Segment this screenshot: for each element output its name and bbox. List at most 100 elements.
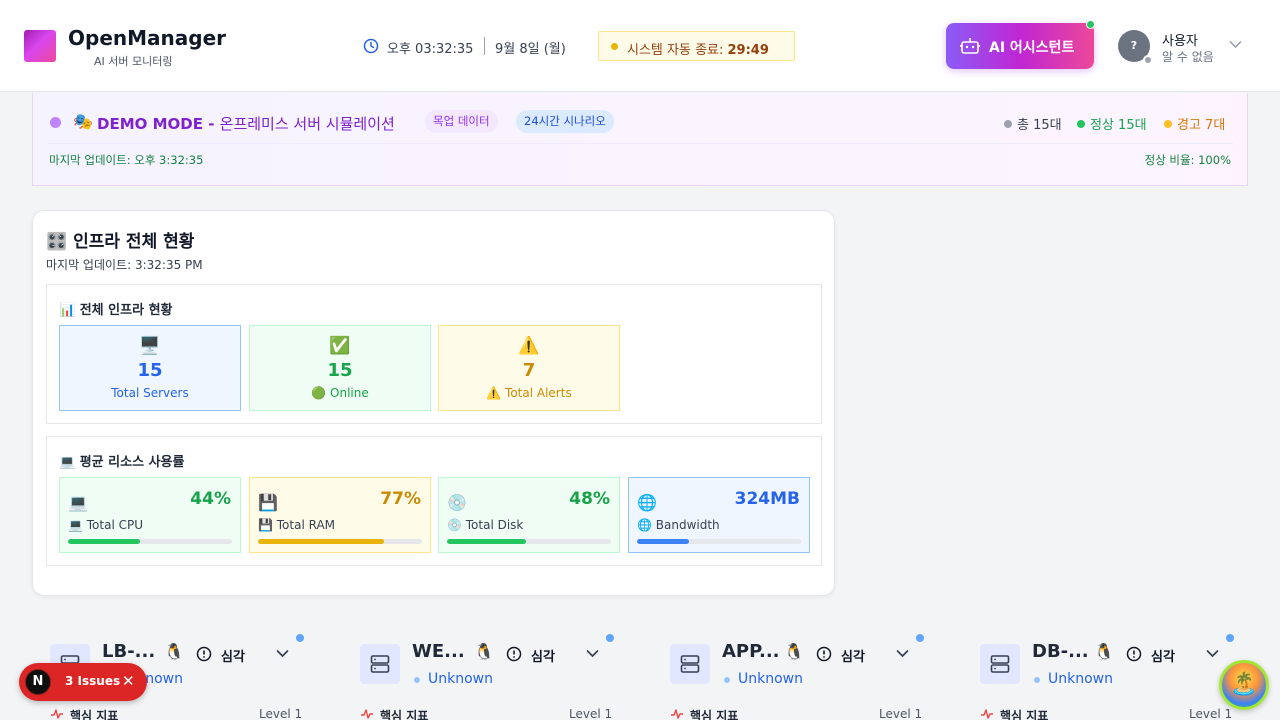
server-icon [980,644,1020,684]
resource-box: 💻 44% 💻 Total CPU [59,477,241,553]
demo-title-mode: DEMO MODE - [97,115,215,133]
shutdown-timer: 29:49 [727,43,769,58]
live-status-dot [606,634,614,642]
demo-title: DEMO MODE - 온프레미스 서버 시뮬레이션 [97,113,395,134]
live-status-dot [916,634,924,642]
stat-icon: 🖥️ [139,336,161,356]
normal-ratio: 정상 비율: 100% [1144,153,1231,167]
infra-last-updated: 마지막 업데이트: 3:32:35 PM [46,258,203,272]
warning-servers-stat: 경고 7대 [1164,114,1225,133]
severity-label: 심각 [221,650,245,665]
resource-value: 324MB [734,489,800,509]
metric-level: Level 1 [259,707,303,720]
activity-icon [361,709,373,719]
linux-penguin-icon: 🐧 [784,642,804,661]
server-name: APP... [722,641,780,662]
close-icon[interactable]: ✕ [122,672,135,690]
server-card[interactable]: DB-... 🐧 심각 Unknown 핵심 지표 Level 1 [980,632,1250,720]
app-logo[interactable] [24,30,56,62]
stat-label: ⚠️ Total Alerts [486,386,572,400]
resource-value: 77% [380,489,421,509]
severity-label: 심각 [531,650,555,665]
demo-title-desc: 온프레미스 서버 시뮬레이션 [219,115,395,133]
server-location: Unknown [1048,671,1113,687]
chevron-down-icon[interactable] [896,649,909,658]
demo-last-updated: 마지막 업데이트: 오후 3:32:35 [49,153,204,167]
resource-progress-bar [637,539,801,544]
app-title: OpenManager [68,26,226,50]
issues-indicator[interactable]: N 3 Issues ✕ [19,663,147,701]
stat-icon: ⚠️ [518,336,540,356]
current-time: 오후 03:32:35 [387,42,474,57]
resource-label: 💿 Total Disk [447,518,524,532]
robot-icon [960,38,980,54]
shutdown-status-dot [611,43,618,50]
user-status: 알 수 없음 [1162,50,1214,64]
ai-online-indicator [1086,20,1095,29]
demo-mode-banner: 🎭 DEMO MODE - 온프레미스 서버 시뮬레이션 목업 데이터 24시간… [32,93,1248,186]
linux-penguin-icon: 🐧 [1094,642,1114,661]
stat-value: 15 [137,360,163,381]
metric-level: Level 1 [569,707,613,720]
server-icon [670,644,710,684]
server-icon [360,644,400,684]
resource-icon: 💻 [68,493,88,512]
activity-icon [981,709,993,719]
stat-value: 7 [522,360,536,381]
issues-avatar: N [25,669,51,695]
location-pin-icon [1034,677,1040,683]
theater-mask-icon: 🎭 [73,112,93,131]
resource-progress-bar [447,539,611,544]
resource-label: 💻 Total CPU [68,518,143,532]
resource-title: 💻 평균 리소스 사용률 [59,455,185,470]
chevron-down-icon[interactable] [1229,40,1242,49]
shutdown-label: 시스템 자동 종료: [627,43,724,58]
server-name: WE... [412,641,465,662]
alert-circle-icon [816,646,832,662]
scenario-tag: 24시간 시나리오 [516,110,614,133]
auto-shutdown-badge: 시스템 자동 종료: 29:49 [598,31,795,61]
resource-progress-fill [447,539,526,544]
infra-title: 🎛️ 인프라 전체 현황 [46,232,195,252]
metric-level: Level 1 [1189,707,1233,720]
total-servers-stat: 총 15대 [1004,114,1062,133]
resource-box: 💿 48% 💿 Total Disk [438,477,620,553]
metric-heading: 핵심 지표 [1000,709,1049,720]
time-date-divider [484,37,485,55]
metric-level: Level 1 [879,707,923,720]
resource-label: 🌐 Bandwidth [637,518,720,532]
chevron-down-icon[interactable] [276,649,289,658]
normal-servers-label: 정상 15대 [1090,118,1147,133]
severity-badge: 심각 [184,638,261,670]
resource-icon: 💿 [447,493,467,512]
server-card[interactable]: APP... 🐧 심각 Unknown 핵심 지표 Level 1 [670,632,940,720]
activity-icon [51,709,63,719]
overview-stat-box: ✅ 15 🟢 Online [249,325,431,411]
warning-servers-label: 경고 7대 [1177,118,1226,133]
chevron-down-icon[interactable] [1206,649,1219,658]
clock-icon [363,38,379,54]
issues-count[interactable]: 3 Issues [65,674,120,688]
severity-label: 심각 [1151,650,1175,665]
resource-progress-bar [68,539,232,544]
user-name[interactable]: 사용자 [1162,30,1198,49]
shutdown-text: 시스템 자동 종료: 29:49 [627,39,769,58]
resource-icon: 🌐 [637,493,657,512]
ai-button-label: AI 어시스턴트 [989,40,1075,56]
stat-label: 🟢 Online [311,386,369,400]
chevron-down-icon[interactable] [586,649,599,658]
resource-box: 💾 77% 💾 Total RAM [249,477,431,553]
island-badge-icon[interactable]: 🏝️ [1219,660,1269,710]
overview-stat-box: 🖥️ 15 Total Servers [59,325,241,411]
resource-value: 44% [190,489,231,509]
normal-servers-stat: 정상 15대 [1077,114,1147,133]
severity-badge: 심각 [1114,638,1191,670]
current-date: 9월 8일 (월) [495,42,566,57]
server-card[interactable]: WE... 🐧 심각 Unknown 핵심 지표 Level 1 [360,632,630,720]
resource-label: 💾 Total RAM [258,518,336,532]
resource-progress-bar [258,539,422,544]
ai-assistant-button[interactable]: AI 어시스턴트 [946,20,1095,69]
server-name: DB-... [1032,641,1089,662]
metric-heading: 핵심 지표 [380,709,429,720]
top-header: OpenManager AI 서버 모니터링 오후 03:32:35 9월 8일… [0,0,1280,92]
